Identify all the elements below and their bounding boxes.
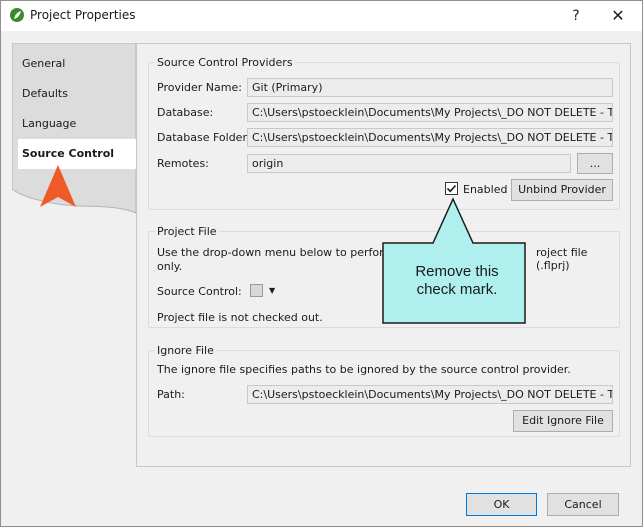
callout-text: Remove this check mark. (389, 263, 525, 299)
providers-group: Source Control Providers Provider Name: … (148, 56, 620, 210)
source-control-label: Source Control: (157, 285, 242, 298)
flare-leaf-icon (10, 8, 24, 22)
ignore-file-description: The ignore file specifies paths to be ig… (157, 363, 571, 376)
path-label: Path: (157, 388, 185, 401)
sidebar-item-language[interactable]: Language (22, 117, 76, 130)
database-label: Database: (157, 106, 214, 119)
database-folder-field: C:\Users\pstoecklein\Documents\My Projec… (247, 128, 613, 147)
database-folder-label: Database Folder: (157, 131, 251, 144)
chevron-down-icon[interactable]: ▼ (269, 286, 275, 295)
help-button[interactable]: ? (556, 1, 596, 31)
provider-name-field: Git (Primary) (247, 78, 613, 97)
sidebar-item-defaults[interactable]: Defaults (22, 87, 68, 100)
ignore-file-group: Ignore File The ignore file specifies pa… (148, 344, 620, 437)
browse-remotes-button[interactable]: ... (577, 153, 613, 174)
ignore-file-group-title: Ignore File (155, 344, 216, 357)
sidebar-item-general[interactable]: General (22, 57, 65, 70)
project-file-description-line2: only. (157, 260, 183, 273)
project-file-group-title: Project File (155, 225, 219, 238)
edit-ignore-file-button[interactable]: Edit Ignore File (513, 410, 613, 432)
orange-arrow-icon (40, 165, 76, 207)
remotes-field: origin (247, 154, 571, 173)
callout-line-2: check mark. (416, 281, 498, 298)
callout-line-1: Remove this (415, 263, 499, 280)
project-properties-dialog: Project Properties ? ✕ General Defaults … (0, 0, 643, 527)
sidebar-item-source-control[interactable]: Source Control (18, 139, 138, 169)
cancel-button[interactable]: Cancel (547, 493, 619, 516)
database-field: C:\Users\pstoecklein\Documents\My Projec… (247, 103, 613, 122)
providers-group-title: Source Control Providers (155, 56, 295, 69)
checkmark-icon (446, 184, 457, 193)
project-file-description-end: roject file (.flprj) (536, 246, 588, 272)
enabled-checkbox[interactable] (445, 182, 458, 195)
ok-button[interactable]: OK (466, 493, 537, 516)
close-button[interactable]: ✕ (598, 1, 638, 31)
provider-name-label: Provider Name: (157, 81, 242, 94)
ignore-path-field: C:\Users\pstoecklein\Documents\My Projec… (247, 385, 613, 404)
callout-tooltip: Remove this check mark. (381, 197, 531, 327)
remotes-label: Remotes: (157, 157, 209, 170)
title-bar: Project Properties ? ✕ (1, 1, 642, 31)
enabled-label: Enabled (463, 183, 508, 196)
source-control-menu-icon[interactable] (250, 284, 263, 297)
callout-bubble (382, 197, 526, 324)
project-file-status: Project file is not checked out. (157, 311, 323, 324)
window-title: Project Properties (30, 8, 136, 22)
